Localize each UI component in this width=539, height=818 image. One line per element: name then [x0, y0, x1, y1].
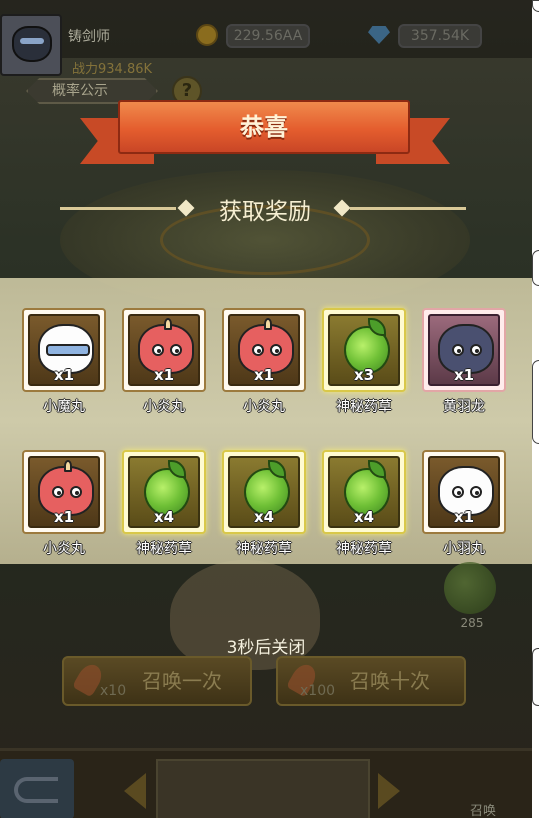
- diamond-icon: [368, 26, 390, 44]
- reward-portrait: x1: [128, 314, 200, 386]
- player-name: 铸剑师: [68, 29, 110, 45]
- popup-title: 恭喜: [240, 113, 288, 141]
- reward-portrait: x4: [228, 456, 300, 528]
- reward-name: 神秘药草: [336, 399, 392, 415]
- reward-quantity: x4: [253, 508, 275, 526]
- reward-frame: x1: [22, 450, 106, 534]
- reward-frame: x4: [322, 450, 406, 534]
- summon-once-label: 召唤一次: [142, 669, 222, 693]
- reward-quantity: x4: [353, 508, 375, 526]
- summon-ten-cost: x100: [300, 683, 336, 699]
- eye-icon: [70, 486, 82, 498]
- reward-name: 神秘药草: [236, 541, 292, 557]
- reward-portrait: x3: [328, 314, 400, 386]
- reward-frame: x4: [122, 450, 206, 534]
- close-countdown: 3秒后关闭: [226, 638, 306, 658]
- reward-quantity: x1: [153, 366, 175, 384]
- avatar-portrait-icon: [12, 26, 52, 62]
- gold-coin-icon: [196, 24, 218, 46]
- reward-portrait: x1: [28, 314, 100, 386]
- reward-name: 小羽丸: [443, 541, 485, 557]
- bottom-summon-label: 召唤: [470, 804, 497, 818]
- summon-once-cost: x10: [100, 683, 127, 699]
- reward-item[interactable]: x1 小炎丸: [222, 308, 306, 416]
- reward-frame: x1: [22, 308, 106, 392]
- back-button[interactable]: [0, 759, 74, 818]
- reward-quantity: x3: [353, 366, 375, 384]
- top-hud: 铸剑师 229.56AA 357.54K: [0, 0, 532, 58]
- game-viewport: 铸剑师 229.56AA 357.54K 战力934.86K 概率公示 ? 恭喜…: [0, 0, 532, 818]
- popup-subtitle: 获取奖励: [219, 199, 311, 225]
- reward-quantity: x1: [453, 508, 475, 526]
- herb-inventory-icon: [444, 562, 496, 614]
- reward-name: 小魔丸: [43, 399, 85, 415]
- eye-icon: [52, 486, 64, 498]
- eye-icon: [252, 344, 264, 356]
- eye-icon: [170, 344, 182, 356]
- summon-pool-card[interactable]: [156, 759, 370, 818]
- gold-amount: 229.56AA: [226, 24, 310, 48]
- eye-icon: [152, 344, 164, 356]
- reward-frame: x1: [422, 450, 506, 534]
- reward-name: 神秘药草: [336, 541, 392, 557]
- reward-name: 神秘药草: [136, 541, 192, 557]
- reward-item[interactable]: x3 神秘药草: [322, 308, 406, 416]
- eye-icon: [452, 344, 464, 356]
- reward-item[interactable]: x4 神秘药草: [122, 450, 206, 558]
- bottom-bar: [0, 748, 532, 818]
- eye-icon: [470, 486, 482, 498]
- summon-once-button[interactable]: x10 召唤一次: [62, 656, 252, 706]
- next-arrow-icon[interactable]: [378, 773, 400, 809]
- horn-icon: [164, 318, 172, 330]
- reward-item[interactable]: x4 神秘药草: [222, 450, 306, 558]
- reward-item[interactable]: x1 小羽丸: [422, 450, 506, 558]
- horn-icon: [264, 318, 272, 330]
- reward-portrait: x1: [228, 314, 300, 386]
- reward-item[interactable]: x1 小魔丸: [22, 308, 106, 416]
- reward-quantity: x1: [253, 366, 275, 384]
- reward-frame: x4: [222, 450, 306, 534]
- reward-portrait: x4: [128, 456, 200, 528]
- reward-portrait: x1: [428, 456, 500, 528]
- eye-icon: [452, 486, 464, 498]
- back-arrow-icon: [14, 777, 58, 803]
- horn-icon: [64, 460, 72, 472]
- frame-edge-mark: [532, 250, 539, 286]
- frame-edge-mark: [532, 648, 539, 706]
- reward-frame: x1: [122, 308, 206, 392]
- reward-frame: x1: [222, 308, 306, 392]
- prev-arrow-icon[interactable]: [124, 773, 146, 809]
- reward-name: 黄羽龙: [443, 399, 485, 415]
- reward-name: 小炎丸: [143, 399, 185, 415]
- reward-quantity: x1: [453, 366, 475, 384]
- herb-count: 285: [460, 616, 484, 630]
- reward-portrait: x4: [328, 456, 400, 528]
- subtitle-divider-left: [60, 207, 176, 210]
- subtitle-divider-right: [350, 207, 466, 210]
- reward-frame: x1: [422, 308, 506, 392]
- reward-quantity: x1: [53, 508, 75, 526]
- reward-item[interactable]: x1 黄羽龙: [422, 308, 506, 416]
- summon-ten-label: 召唤十次: [350, 669, 430, 693]
- reward-quantity: x4: [153, 508, 175, 526]
- eye-icon: [470, 344, 482, 356]
- goggles-icon: [46, 344, 90, 356]
- reward-name: 小炎丸: [243, 399, 285, 415]
- summon-ten-button[interactable]: x100 召唤十次: [276, 656, 466, 706]
- reward-portrait: x1: [28, 456, 100, 528]
- frame-edge-mark: [532, 360, 539, 444]
- reward-frame: x3: [322, 308, 406, 392]
- reward-item[interactable]: x1 小炎丸: [22, 450, 106, 558]
- eye-icon: [270, 344, 282, 356]
- player-avatar[interactable]: [0, 14, 62, 76]
- reward-item[interactable]: x1 小炎丸: [122, 308, 206, 416]
- reward-quantity: x1: [53, 366, 75, 384]
- reward-name: 小炎丸: [43, 541, 85, 557]
- reward-portrait: x1: [428, 314, 500, 386]
- gem-amount: 357.54K: [398, 24, 482, 48]
- combat-power: 战力934.86K: [72, 62, 153, 77]
- reward-item[interactable]: x4 神秘药草: [322, 450, 406, 558]
